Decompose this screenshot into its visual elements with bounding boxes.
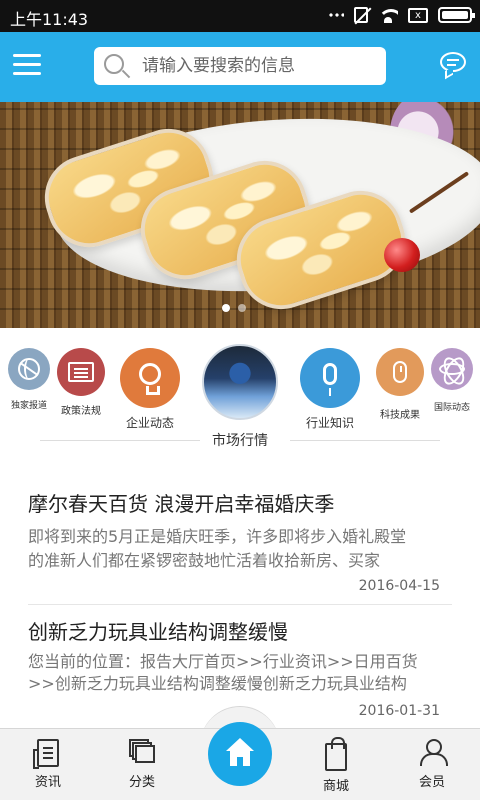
- status-bar: 上午11:43 x: [0, 0, 480, 32]
- news-summary: 您当前的位置：报告大厅首页>>行业资讯>>日用百货: [28, 652, 418, 671]
- mouse-icon: [393, 361, 407, 383]
- message-button[interactable]: [440, 52, 468, 78]
- shopping-bag-icon: [325, 737, 347, 771]
- document-icon: [68, 362, 94, 382]
- news-title[interactable]: 创新乏力玩具业结构调整缓慢: [28, 616, 288, 645]
- news-summary: 即将到来的5月正是婚庆旺季，许多即将步入婚礼殿堂: [28, 527, 407, 546]
- no-sim-icon: x: [408, 7, 428, 23]
- basketball-icon: [18, 358, 40, 380]
- vibrate-off-icon: [354, 7, 368, 23]
- banner-dot-active[interactable]: [222, 304, 230, 312]
- category-item-knowledge[interactable]: 行业知识: [298, 348, 362, 431]
- lightbulb-icon: [139, 363, 161, 395]
- banner-dot[interactable]: [238, 304, 246, 312]
- divider: [28, 604, 452, 605]
- more-dots-icon: [328, 13, 344, 17]
- home-icon: [226, 738, 254, 768]
- newspaper-icon: [33, 739, 59, 769]
- layers-icon: [129, 739, 155, 767]
- wifi-icon: [378, 7, 398, 23]
- news-title[interactable]: 摩尔春天百货 浪漫开启幸福婚庆季: [28, 488, 334, 517]
- category-item-enterprise[interactable]: 企业动态: [118, 348, 182, 431]
- status-time: 上午11:43: [10, 10, 89, 29]
- backpack-image: [202, 344, 278, 420]
- news-summary: 的准新人们都在紧锣密鼓地忙活着收拾新房、买家: [28, 551, 381, 570]
- search-bar[interactable]: [94, 47, 386, 85]
- tab-shop[interactable]: 商城: [306, 737, 366, 794]
- menu-icon: [13, 54, 41, 57]
- menu-button[interactable]: [13, 52, 41, 78]
- search-icon: [104, 54, 124, 74]
- cherry-image: [384, 238, 420, 272]
- user-icon: [419, 739, 448, 767]
- category-item-technology[interactable]: 科技成果: [374, 348, 426, 421]
- category-item-international[interactable]: 国际动态: [430, 348, 474, 413]
- tab-member[interactable]: 会员: [402, 739, 462, 790]
- category-item-policy[interactable]: 政策法规: [56, 348, 106, 417]
- news-date: 2016-04-15: [358, 578, 440, 594]
- top-header: [0, 32, 480, 102]
- microphone-icon: [323, 363, 337, 396]
- news-date: 2016-01-31: [358, 703, 440, 719]
- search-input[interactable]: [142, 51, 378, 81]
- tab-news[interactable]: 资讯: [18, 739, 78, 790]
- banner-carousel[interactable]: [0, 102, 480, 328]
- category-item-market[interactable]: 市场行情: [200, 344, 280, 450]
- banner-indicator: [222, 304, 246, 312]
- battery-icon: [438, 7, 475, 23]
- atom-icon: [439, 363, 465, 375]
- category-carousel[interactable]: 独家报道 政策法规 企业动态 市场行情 行业知识 科技成果 国际动态: [0, 328, 480, 458]
- tab-category[interactable]: 分类: [112, 739, 172, 790]
- home-button[interactable]: [208, 722, 272, 786]
- chat-bubble-icon: [440, 52, 466, 72]
- news-summary: >>创新乏力玩具业结构调整缓慢创新乏力玩具业结构: [28, 674, 407, 693]
- category-item-exclusive[interactable]: 独家报道: [6, 348, 52, 411]
